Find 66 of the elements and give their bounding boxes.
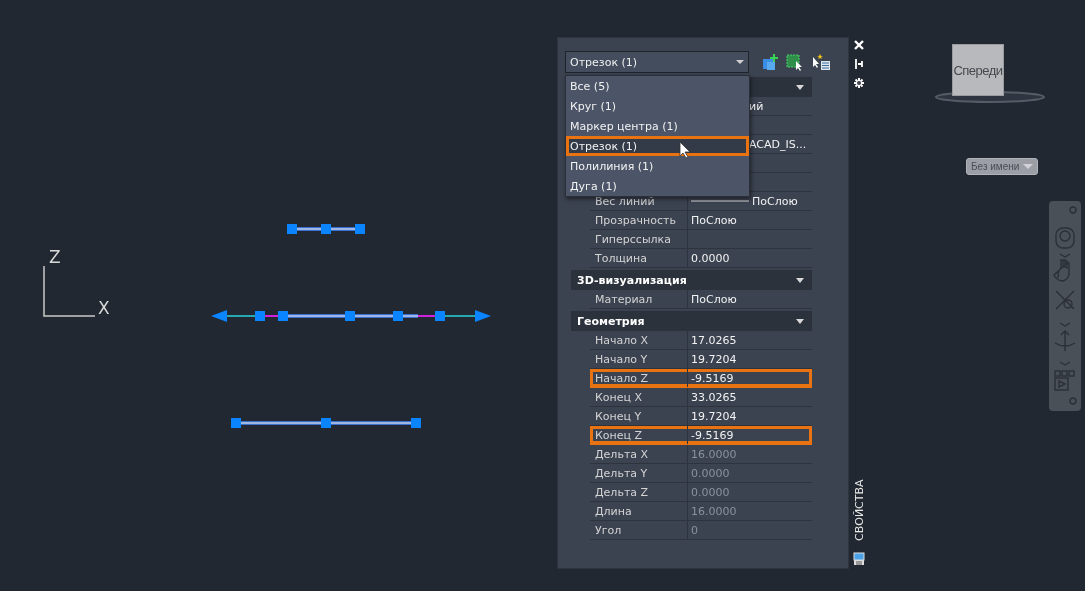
list-option[interactable]: Круг (1): [566, 96, 749, 116]
property-label: Толщина: [595, 251, 647, 265]
property-value: 0.0000: [691, 251, 730, 265]
caret-icon: [736, 60, 744, 64]
collapse-caret-icon: [796, 318, 804, 324]
property-value: -9.5169: [691, 428, 734, 442]
collapse-caret-icon: [796, 84, 804, 90]
pick-objects-icon[interactable]: [811, 53, 831, 71]
property-label: Длина: [595, 504, 632, 518]
caret-icon: [1023, 164, 1034, 169]
auto-hide-icon[interactable]: [853, 58, 865, 70]
property-label: Конец X: [595, 390, 643, 404]
property-label: Дельта X: [595, 447, 649, 461]
property-value: 16.0000: [691, 504, 737, 518]
property-value: 0.0000: [691, 485, 730, 499]
property-label: Прозрачность: [595, 213, 676, 227]
property-value: 19.7204: [691, 409, 737, 423]
property-value: ПоСлою: [691, 292, 737, 306]
property-value: ПоСлою: [691, 213, 737, 227]
object-type-dropdown[interactable]: Отрезок (1): [565, 51, 749, 73]
property-value: -9.5169: [691, 371, 734, 385]
property-value: ий: [749, 99, 764, 113]
property-label: Начало Z: [595, 371, 649, 385]
view-cube[interactable]: Спереди: [952, 44, 1004, 96]
properties-icon[interactable]: [853, 552, 865, 566]
settings-icon[interactable]: [853, 77, 865, 89]
ucs-axis-icon: [43, 265, 96, 317]
property-value: ACAD_IS...: [749, 137, 807, 151]
property-value: 16.0000: [691, 447, 737, 461]
axis-label: Z: [49, 247, 61, 267]
selected-line[interactable]: [231, 418, 421, 428]
property-label: Угол: [595, 523, 622, 537]
property-label: Вес линий: [595, 194, 655, 208]
property-label: Дельта Y: [595, 466, 648, 480]
close-icon[interactable]: [853, 39, 865, 51]
palette-title: СВОЙСТВА: [852, 478, 866, 543]
mouse-pointer-icon: [679, 141, 691, 159]
list-option[interactable]: Полилиния (1): [566, 156, 749, 176]
list-option[interactable]: Маркер центра (1): [566, 116, 749, 136]
property-label: Начало Y: [595, 352, 648, 366]
property-value: 19.7204: [691, 352, 737, 366]
collapse-caret-icon: [796, 277, 804, 283]
category-header[interactable]: Геометрия: [571, 311, 812, 331]
property-value: 17.0265: [691, 333, 737, 347]
property-label: Дельта Z: [595, 485, 649, 499]
category-title: Геометрия: [577, 314, 645, 328]
property-value: 0.0000: [691, 466, 730, 480]
lineweight-icon: [691, 199, 749, 203]
category-title: 3D-визуализация: [577, 273, 687, 287]
property-label: Материал: [595, 292, 653, 306]
property-value: 0: [691, 523, 698, 537]
property-label: Гиперссылка: [595, 232, 671, 246]
property-label: Конец Z: [595, 428, 643, 442]
property-label: Конец Y: [595, 409, 642, 423]
property-value: 33.0265: [691, 390, 737, 404]
selected-line[interactable]: [287, 224, 365, 234]
add-selection-icon[interactable]: [761, 53, 779, 71]
category-header[interactable]: 3D-визуализация: [571, 270, 812, 290]
list-option[interactable]: Все (5): [566, 76, 749, 96]
quick-select-icon[interactable]: [785, 53, 805, 71]
list-option[interactable]: Отрезок (1): [566, 136, 749, 156]
property-value: ПоСлою: [752, 194, 798, 208]
axis-label: X: [98, 298, 110, 318]
selected-arc[interactable]: [211, 310, 491, 322]
list-option[interactable]: Дуга (1): [566, 176, 749, 196]
property-label: Начало X: [595, 333, 649, 347]
